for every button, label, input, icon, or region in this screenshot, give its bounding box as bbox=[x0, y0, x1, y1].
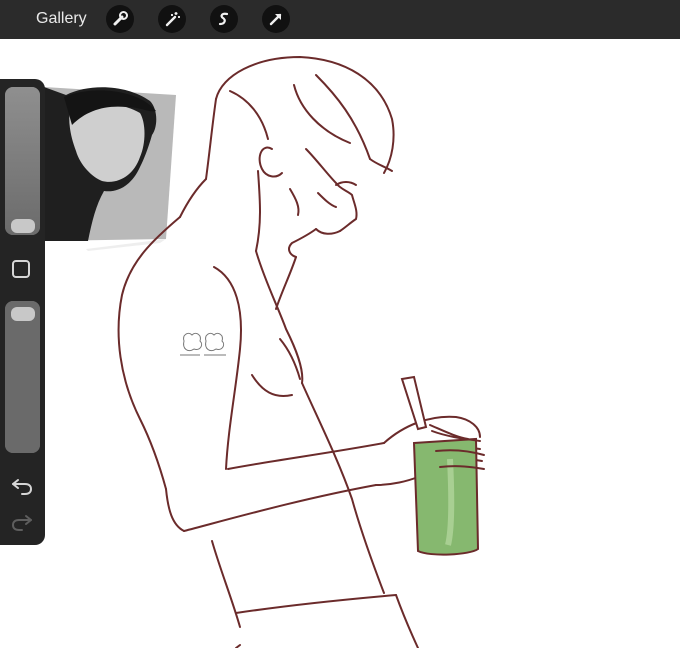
drawing-canvas[interactable] bbox=[0, 39, 680, 648]
reference-photo bbox=[44, 87, 176, 251]
transform-arrow-icon bbox=[269, 13, 282, 26]
opacity-slider[interactable] bbox=[5, 301, 40, 453]
brush-size-slider[interactable] bbox=[5, 87, 40, 235]
opacity-track bbox=[5, 301, 40, 453]
wrench-icon bbox=[113, 11, 128, 26]
brush-size-track bbox=[5, 87, 40, 235]
undo-icon[interactable] bbox=[10, 473, 34, 497]
gallery-button[interactable]: Gallery bbox=[36, 10, 87, 28]
brush-size-thumb[interactable] bbox=[11, 219, 35, 233]
magic-wand-icon bbox=[165, 12, 180, 27]
brush-sidebar bbox=[0, 79, 45, 545]
actions-button[interactable] bbox=[106, 5, 134, 33]
transform-button[interactable] bbox=[262, 5, 290, 33]
selection-icon bbox=[218, 12, 229, 26]
arm-tattoo bbox=[180, 332, 226, 356]
redo-icon[interactable] bbox=[10, 509, 34, 533]
modify-button[interactable] bbox=[12, 260, 30, 278]
selection-button[interactable] bbox=[210, 5, 238, 33]
figure-drawing bbox=[44, 56, 485, 648]
opacity-thumb[interactable] bbox=[11, 307, 35, 321]
adjustments-button[interactable] bbox=[158, 5, 186, 33]
figure-lines bbox=[117, 56, 483, 648]
top-toolbar: Gallery bbox=[0, 0, 680, 39]
